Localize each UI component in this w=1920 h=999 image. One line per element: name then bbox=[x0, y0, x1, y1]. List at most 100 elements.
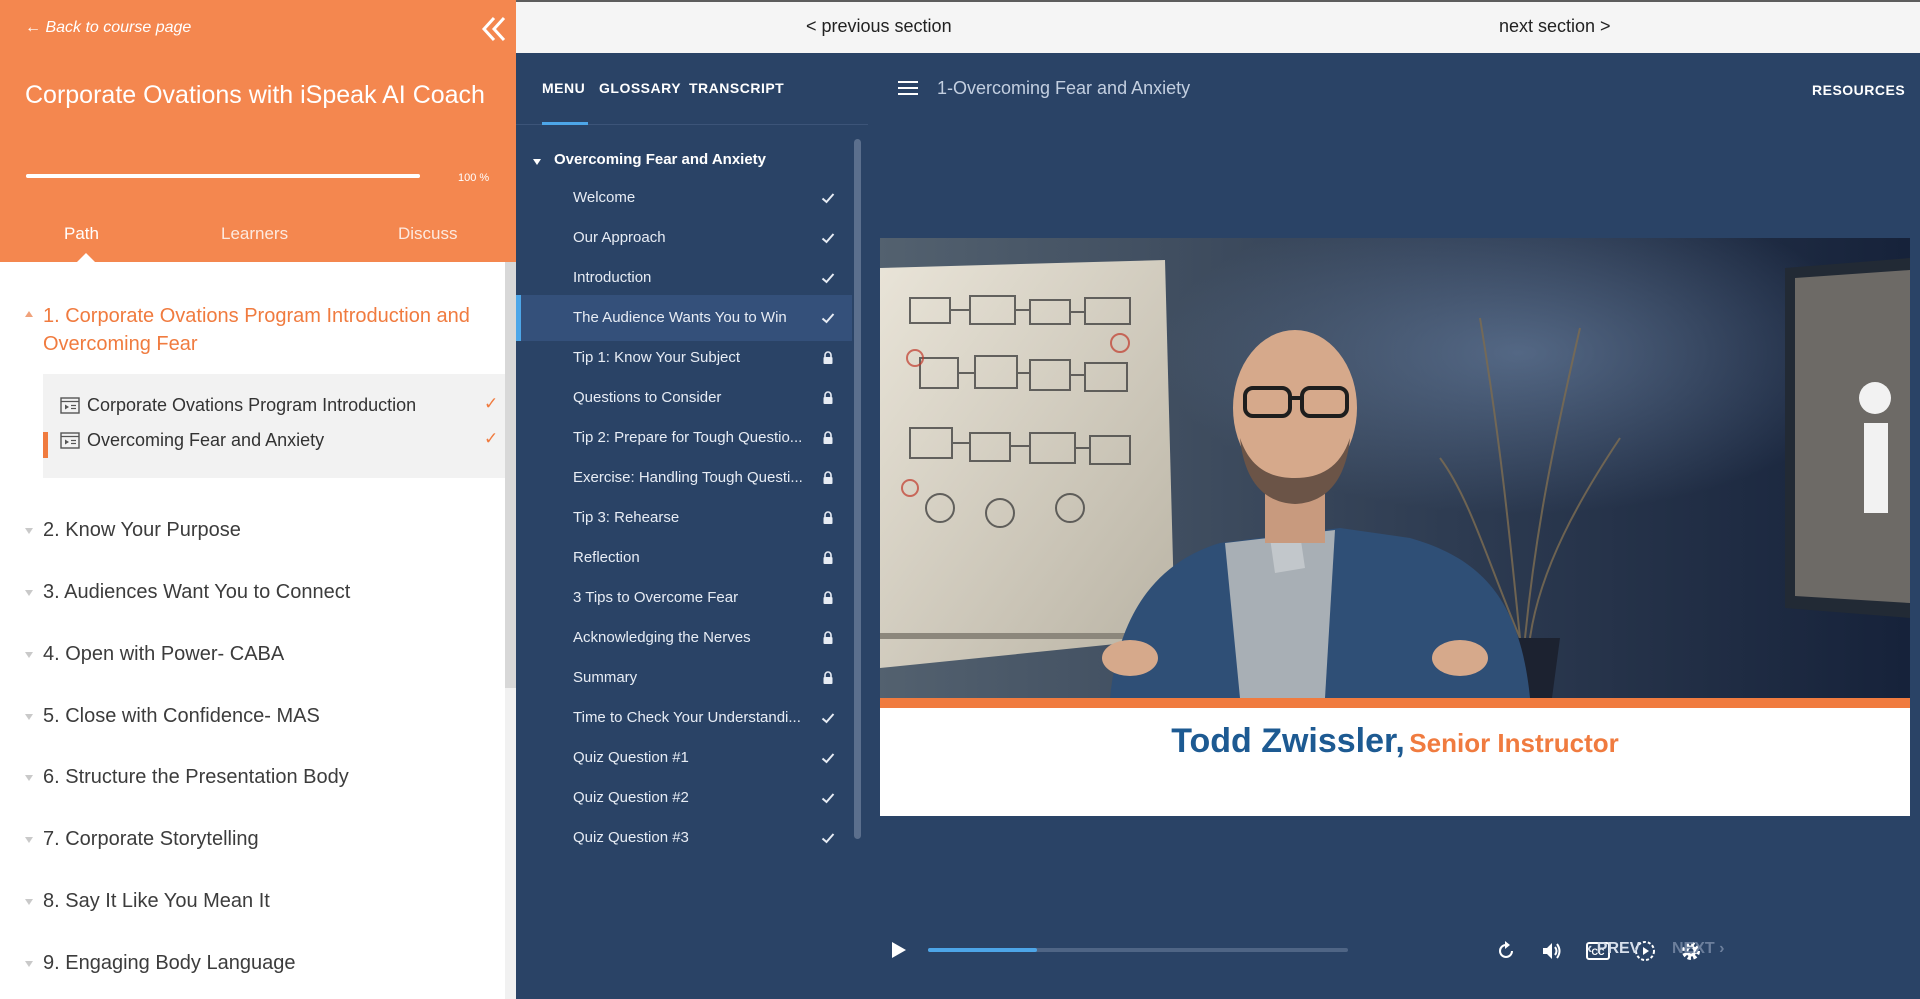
play-icon[interactable] bbox=[890, 940, 908, 960]
player-controls: CC ‹ PREV NEXT › bbox=[868, 929, 1920, 979]
volume-icon[interactable] bbox=[1540, 939, 1564, 963]
lower-third-stripe bbox=[880, 698, 1910, 708]
menu-scrollbar-thumb[interactable] bbox=[854, 139, 861, 839]
next-label: NEXT bbox=[1672, 940, 1715, 957]
tab-discuss[interactable]: Discuss bbox=[398, 224, 458, 244]
module-label: 3. Audiences Want You to Connect bbox=[43, 581, 351, 603]
caret-icon bbox=[25, 899, 33, 905]
seek-bar[interactable] bbox=[928, 948, 1348, 952]
active-lesson-marker bbox=[43, 432, 48, 458]
module-label: 1. Corporate Ovations Program Introducti… bbox=[43, 305, 470, 355]
menu-item-label: Exercise: Handling Tough Questi... bbox=[573, 469, 803, 486]
check-icon bbox=[821, 713, 835, 724]
module-label: 4. Open with Power- CABA bbox=[43, 643, 285, 665]
menu-item-label: Reflection bbox=[573, 549, 640, 566]
lock-icon bbox=[823, 671, 833, 684]
menu-item-label: Quiz Question #3 bbox=[573, 829, 689, 846]
caret-icon bbox=[25, 961, 33, 967]
menu-item-label: The Audience Wants You to Win bbox=[573, 309, 787, 326]
menu-section-label: Overcoming Fear and Anxiety bbox=[554, 151, 767, 168]
caret-icon bbox=[25, 775, 33, 781]
prev-label: PREV bbox=[1596, 940, 1641, 957]
module-label: 7. Corporate Storytelling bbox=[43, 828, 259, 850]
menu-section-title[interactable]: Overcoming Fear and Anxiety bbox=[533, 151, 766, 168]
course-sidebar: ← Back to course page Corporate Ovations… bbox=[0, 0, 516, 999]
check-icon bbox=[821, 193, 835, 204]
menu-item-label: Our Approach bbox=[573, 229, 666, 246]
tab-menu[interactable]: MENU bbox=[542, 80, 585, 96]
check-icon bbox=[821, 753, 835, 764]
lock-icon bbox=[823, 471, 833, 484]
next-section-link[interactable]: next section > bbox=[1499, 16, 1611, 37]
module-label: 5. Close with Confidence- MAS bbox=[43, 705, 320, 727]
video-still-image bbox=[880, 238, 1910, 698]
tab-path[interactable]: Path bbox=[64, 224, 99, 244]
menu-item-label: Summary bbox=[573, 669, 638, 686]
lesson-heading: 1-Overcoming Fear and Anxiety bbox=[937, 78, 1191, 98]
tab-learners[interactable]: Learners bbox=[221, 224, 288, 244]
chevron-right-icon: › bbox=[1714, 940, 1725, 957]
lock-icon bbox=[823, 431, 833, 444]
menu-item-label: 3 Tips to Overcome Fear bbox=[573, 589, 739, 606]
check-icon bbox=[821, 793, 835, 804]
player-area: 1-Overcoming Fear and Anxiety RESOURCES bbox=[868, 53, 1920, 999]
caret-icon bbox=[25, 528, 33, 534]
resources-button[interactable]: RESOURCES bbox=[1812, 82, 1905, 98]
lock-icon bbox=[823, 511, 833, 524]
lesson-page-icon bbox=[60, 397, 80, 414]
menu-item-label: Introduction bbox=[573, 269, 652, 286]
lesson-label: Overcoming Fear and Anxiety bbox=[87, 430, 325, 450]
caret-icon bbox=[25, 590, 33, 596]
menu-item-label: Tip 2: Prepare for Tough Questio... bbox=[573, 429, 803, 446]
menu-item[interactable]: Quiz Question #3 bbox=[516, 815, 852, 861]
check-icon: ✓ bbox=[484, 429, 499, 448]
course-progress-text: 100 % bbox=[458, 172, 490, 184]
check-icon bbox=[821, 833, 835, 844]
tab-glossary[interactable]: GLOSSARY bbox=[599, 80, 681, 96]
replay-icon[interactable] bbox=[1494, 939, 1518, 963]
module-label: 2. Know Your Purpose bbox=[43, 519, 241, 541]
speaker-role: Senior Instructor bbox=[1409, 728, 1619, 758]
caret-icon bbox=[25, 652, 33, 658]
active-tab-indicator bbox=[77, 253, 95, 262]
menu-item-label: Quiz Question #2 bbox=[573, 789, 689, 806]
hamburger-icon[interactable] bbox=[898, 80, 918, 96]
lesson-item[interactable]: Corporate Ovations Program Introduction … bbox=[43, 384, 505, 424]
back-to-course-link[interactable]: ← Back to course page bbox=[25, 19, 191, 37]
menu-item-label: Tip 3: Rehearse bbox=[573, 509, 680, 526]
tab-transcript[interactable]: TRANSCRIPT bbox=[689, 80, 784, 96]
sidebar-scrollbar-thumb[interactable] bbox=[505, 262, 516, 688]
lesson-menu-panel: MENU GLOSSARY TRANSCRIPT Overcoming Fear… bbox=[516, 53, 868, 999]
speaker-caption: Todd Zwissler, Senior Instructor bbox=[880, 722, 1910, 761]
lock-icon bbox=[823, 591, 833, 604]
lock-icon bbox=[823, 351, 833, 364]
lesson-item-active[interactable]: Overcoming Fear and Anxiety ✓ bbox=[43, 419, 505, 459]
check-icon bbox=[821, 233, 835, 244]
module-label: 8. Say It Like You Mean It bbox=[43, 890, 270, 912]
chevron-left-icon: ‹ bbox=[1587, 940, 1597, 957]
menu-item-label: Questions to Consider bbox=[573, 389, 722, 406]
check-icon bbox=[821, 273, 835, 284]
seek-bar-fill bbox=[928, 948, 1038, 952]
next-button[interactable]: NEXT › bbox=[1672, 940, 1724, 958]
course-header: ← Back to course page Corporate Ovations… bbox=[0, 0, 516, 262]
module-label: 6. Structure the Presentation Body bbox=[43, 766, 349, 788]
caret-icon bbox=[25, 837, 33, 843]
course-progress-fill bbox=[26, 174, 420, 178]
menu-item-label: Tip 1: Know Your Subject bbox=[573, 349, 741, 366]
module-label: 9. Engaging Body Language bbox=[43, 952, 296, 974]
collapse-icon[interactable] bbox=[480, 14, 508, 44]
previous-section-link[interactable]: < previous section bbox=[806, 16, 952, 37]
prev-button[interactable]: ‹ PREV bbox=[1587, 940, 1640, 958]
lock-icon bbox=[823, 551, 833, 564]
lock-icon bbox=[823, 631, 833, 644]
lesson-label: Corporate Ovations Program Introduction bbox=[87, 395, 417, 415]
section-nav-bar: < previous section next section > bbox=[516, 0, 1920, 53]
active-tab-underline bbox=[542, 122, 588, 125]
course-progress-bar bbox=[26, 174, 420, 178]
menu-item-label: Time to Check Your Understandi... bbox=[573, 709, 801, 726]
lesson-page-icon bbox=[60, 432, 80, 449]
course-title: Corporate Ovations with iSpeak AI Coach bbox=[25, 81, 485, 109]
menu-item-label: Quiz Question #1 bbox=[573, 749, 689, 766]
video-frame[interactable]: Todd Zwissler, Senior Instructor bbox=[880, 238, 1910, 816]
